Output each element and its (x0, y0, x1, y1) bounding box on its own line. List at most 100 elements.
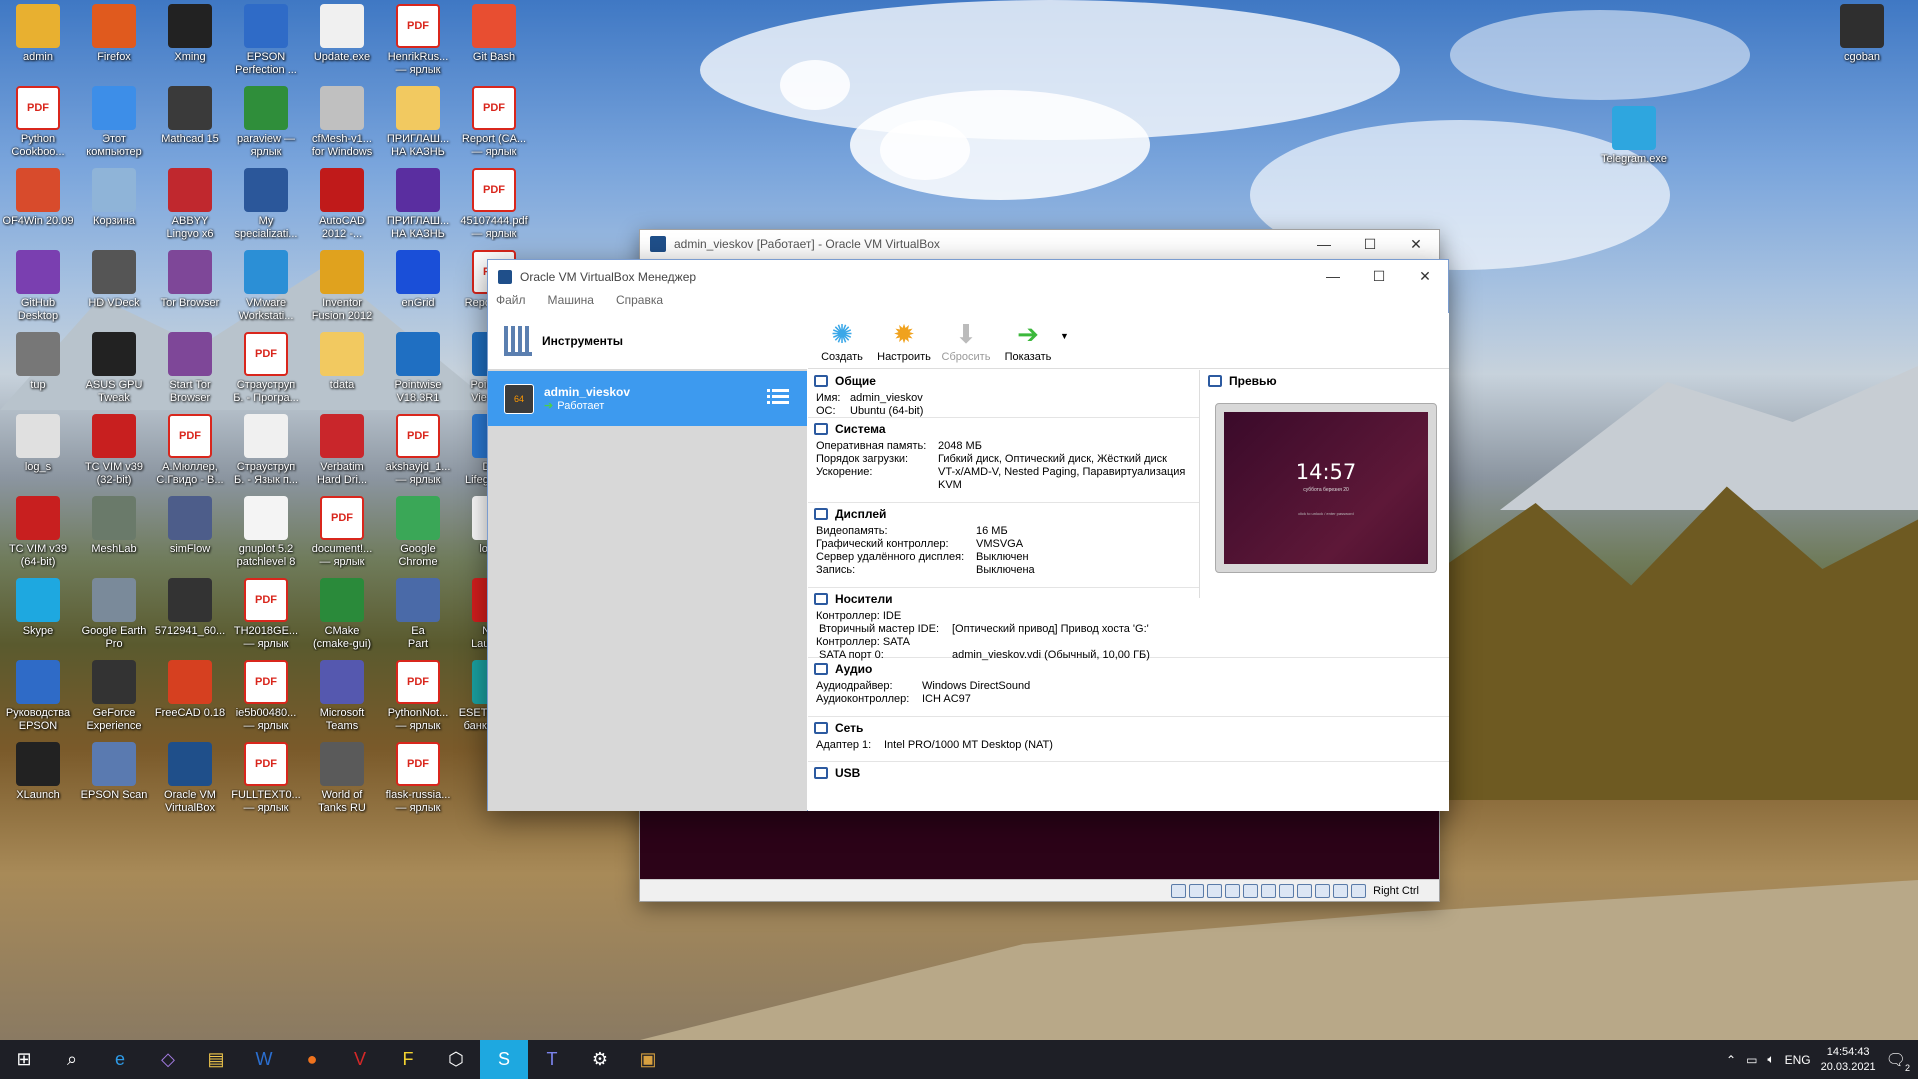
desktop-icon[interactable]: TC VIM v39 (64-bit) (2, 496, 74, 569)
vm-list-item[interactable]: 64 admin_vieskov ➔ Работает (488, 371, 807, 426)
usb-icon[interactable] (1243, 883, 1259, 898)
section-usb[interactable]: USB (808, 762, 1449, 792)
desktop-icon[interactable]: Oracle VM VirtualBox (154, 742, 226, 815)
desktop-icon[interactable]: ASUS GPU Tweak (78, 332, 150, 405)
virtualbox-vm-icon[interactable]: ▣ (624, 1040, 672, 1079)
desktop-icon[interactable]: PDF Report (CA... — ярлык (458, 86, 530, 159)
desktop-icon[interactable]: CMake (cmake-gui) (306, 578, 378, 651)
desktop-icon[interactable]: Pointwise V18.3R1 (382, 332, 454, 405)
vim-icon[interactable]: V (336, 1040, 384, 1079)
virtualbox-manager-window[interactable]: Oracle VM VirtualBox Менеджер — ☐ ✕ Файл… (487, 259, 1449, 811)
desktop-icon[interactable]: ПРИГЛАШ... НА КАЗНЬ (382, 168, 454, 241)
desktop-icon[interactable]: TC VIM v39 (32-bit) (78, 414, 150, 487)
section-audio[interactable]: Аудио Аудиодрайвер: Windows DirectSound А… (808, 658, 1449, 717)
section-storage[interactable]: Носители Контроллер: IDE Вторичный масте… (808, 588, 1449, 661)
desktop-icon[interactable]: Страуструп Б. - Язык п... (230, 414, 302, 487)
hard-disk-icon[interactable] (1171, 883, 1187, 898)
language-indicator[interactable]: ENG (1785, 1053, 1811, 1067)
desktop-icon[interactable]: Start Tor Browser (154, 332, 226, 405)
desktop-icon[interactable]: XLaunch (2, 742, 74, 802)
vm-display[interactable] (640, 811, 1439, 881)
desktop-icon[interactable]: PDF Страуструп Б. - Програ... (230, 332, 302, 405)
desktop-icon[interactable]: 5712941_60... (154, 578, 226, 638)
desktop-icon[interactable]: Telegram.exe (1598, 106, 1670, 166)
desktop-icon[interactable]: PDF akshayjd_1... — ярлык (382, 414, 454, 487)
desktop-icon[interactable]: FreeCAD 0.18 (154, 660, 226, 720)
search-icon[interactable]: ⌕ (48, 1040, 96, 1079)
desktop-icon[interactable]: Корзина (78, 168, 150, 228)
windows-start-icon[interactable]: ⊞ (0, 1040, 48, 1079)
manager-titlebar[interactable]: Oracle VM VirtualBox Менеджер — ☐ ✕ (488, 260, 1448, 293)
minimize-button[interactable]: — (1301, 236, 1347, 253)
desktop-icon[interactable]: Этот компьютер (78, 86, 150, 159)
desktop-icon[interactable]: GeForce Experience (78, 660, 150, 733)
mouse-integration-icon[interactable] (1333, 883, 1349, 898)
desktop-icon[interactable]: Firefox (78, 4, 150, 64)
network-icon[interactable] (1225, 883, 1241, 898)
section-general[interactable]: Общие Имя: admin_vieskov ОС: Ubuntu (64-bi… (808, 370, 1199, 418)
desktop-icon[interactable]: MeshLab (78, 496, 150, 556)
desktop-icon[interactable]: log_s (2, 414, 74, 474)
desktop-icon[interactable]: enGrid (382, 250, 454, 310)
section-display[interactable]: Дисплей Видеопамять: 16 МБ Графический ко… (808, 503, 1199, 588)
toolbar-button-show-arrow[interactable]: ➔ Показать (998, 313, 1058, 364)
display-icon[interactable] (1279, 883, 1295, 898)
desktop-icon[interactable]: Ea Part (382, 578, 454, 651)
desktop-icon[interactable]: Skype (2, 578, 74, 638)
toolbar-button-create[interactable]: ✺ Создать (812, 313, 872, 364)
chevron-up-icon[interactable]: ⌃ (1726, 1053, 1736, 1067)
desktop-icon[interactable]: PDF flask-russia... — ярлык (382, 742, 454, 815)
desktop-icon[interactable]: tdata (306, 332, 378, 392)
desktop-icon[interactable]: Update.exe (306, 4, 378, 64)
desktop-icon[interactable]: PDF 45107444.pdf — ярлык (458, 168, 530, 241)
audio-icon[interactable] (1207, 883, 1223, 898)
menu-machine[interactable]: Машина (548, 293, 594, 313)
clock[interactable]: 14:54:43 20.03.2021 (1821, 1045, 1876, 1075)
shared-folders-icon[interactable] (1261, 883, 1277, 898)
desktop-icon[interactable]: OF4Win 20.09 (2, 168, 74, 228)
desktop-icon[interactable]: AutoCAD 2012 -... (306, 168, 378, 241)
word-icon[interactable]: W (240, 1040, 288, 1079)
desktop-icon[interactable]: PDF TH2018GE... — ярлык (230, 578, 302, 651)
desktop-icon[interactable]: simFlow (154, 496, 226, 556)
toolbar-button-settings-gear[interactable]: ✹ Настроить (874, 313, 934, 364)
desktop-icon[interactable]: Mathcad 15 (154, 86, 226, 146)
desktop-icon[interactable]: admin (2, 4, 74, 64)
desktop-icon[interactable]: Git Bash (458, 4, 530, 64)
firefox-icon[interactable]: ● (288, 1040, 336, 1079)
network-tray-icon[interactable]: ▭ (1746, 1053, 1757, 1067)
desktop-icon[interactable]: paraview — ярлык (230, 86, 302, 159)
desktop-icon[interactable]: cgoban (1826, 4, 1898, 64)
notification-center-icon[interactable]: 🗨︎ 2 (1886, 1050, 1910, 1073)
desktop-icon[interactable]: EPSON Scan (78, 742, 150, 802)
desktop-icon[interactable]: World of Tanks RU (306, 742, 378, 815)
edge-icon[interactable]: e (96, 1040, 144, 1079)
desktop-icon[interactable]: HD VDeck (78, 250, 150, 310)
desktop-icon[interactable]: Xming (154, 4, 226, 64)
desktop-icon[interactable]: PDF PythonNot... — ярлык (382, 660, 454, 733)
desktop-icon[interactable]: Verbatim Hard Dri... (306, 414, 378, 487)
details-menu-icon[interactable] (767, 387, 789, 407)
desktop-icon[interactable]: ПРИГЛАШ... НА КАЗНЬ (382, 86, 454, 159)
desktop-icon[interactable]: PDF document!... — ярлык (306, 496, 378, 569)
maximize-button[interactable]: ☐ (1356, 268, 1402, 285)
close-button[interactable]: ✕ (1393, 236, 1439, 253)
menu-file[interactable]: Файл (496, 293, 526, 313)
desktop-icon[interactable]: PDF ie5b00480... — ярлык (230, 660, 302, 733)
toolbar-button-discard[interactable]: ⬇ Сбросить (936, 313, 996, 364)
desktop-icon[interactable]: Google Earth Pro (78, 578, 150, 651)
recording-icon[interactable] (1297, 883, 1313, 898)
maximize-button[interactable]: ☐ (1347, 236, 1393, 253)
teams-icon[interactable]: T (528, 1040, 576, 1079)
far-manager-icon[interactable]: F (384, 1040, 432, 1079)
vm-window-titlebar[interactable]: admin_vieskov [Работает] - Oracle VM Vir… (640, 230, 1439, 258)
toolbar-dropdown-icon[interactable]: ▼ (1060, 313, 1069, 341)
desktop-icon[interactable]: My specializati... (230, 168, 302, 241)
desktop-icon[interactable]: Microsoft Teams (306, 660, 378, 733)
section-system[interactable]: Система Оперативная память: 2048 МБ Поряд… (808, 418, 1199, 503)
desktop-icon[interactable]: Руководства EPSON (2, 660, 74, 733)
optical-drive-icon[interactable] (1189, 883, 1205, 898)
visual-studio-icon[interactable]: ◇ (144, 1040, 192, 1079)
desktop-icon[interactable]: EPSON Perfection ... (230, 4, 302, 77)
file-explorer-icon[interactable]: ▤ (192, 1040, 240, 1079)
